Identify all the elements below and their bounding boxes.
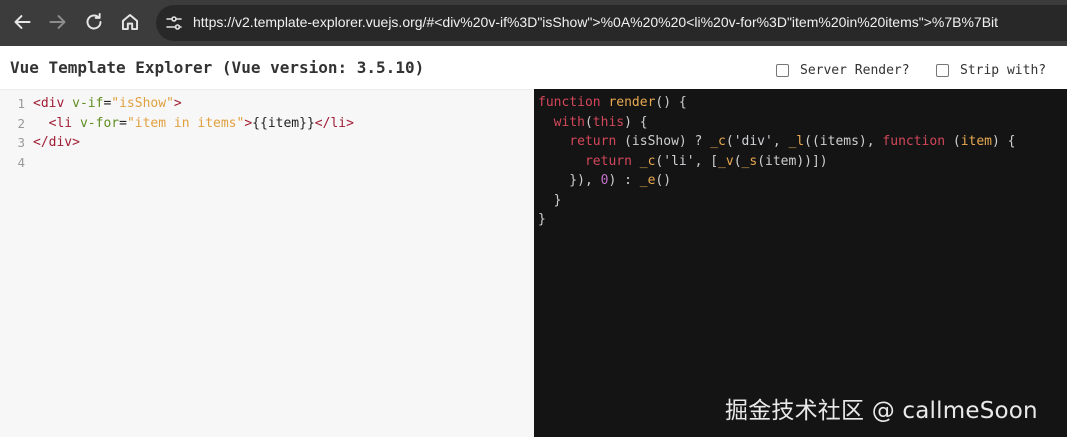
template-code-line: <div v-if="isShow">	[33, 94, 354, 114]
code-token: , [	[694, 153, 719, 169]
code-token: render	[608, 95, 656, 110]
code-token: (item))])	[757, 153, 828, 169]
code-token: function	[538, 95, 609, 110]
code-token: {{item}}	[252, 115, 315, 131]
page-title: Vue Template Explorer (Vue version: 3.5.…	[10, 58, 425, 77]
code-token: with	[553, 114, 585, 130]
address-bar[interactable]: https://v2.template-explorer.vuejs.org/#…	[156, 5, 1067, 41]
output-code-line: }), 0) : _e()	[538, 171, 1016, 191]
reload-icon	[86, 13, 102, 30]
code-token: }	[538, 212, 546, 227]
app-header: Vue Template Explorer (Vue version: 3.5.…	[0, 46, 1067, 89]
strip-with-option[interactable]: Strip with?	[936, 62, 1046, 78]
code-token: this	[592, 114, 625, 130]
site-settings-icon[interactable]	[164, 13, 184, 33]
code-token: ) {	[992, 134, 1016, 149]
code-token: ) {	[624, 114, 648, 130]
server-render-option[interactable]: Server Render?	[776, 62, 910, 78]
output-code-line: function render() {	[538, 93, 1016, 113]
code-token: return	[569, 134, 625, 149]
compiled-output: function render() { with(this) { return …	[534, 89, 1067, 437]
code-token: "item in items"	[126, 115, 245, 131]
line-number: 3	[17, 135, 25, 150]
strip-with-checkbox[interactable]	[936, 63, 949, 77]
watermark: 掘金技术社区 @ callmeSoon	[725, 398, 1038, 424]
code-token: >	[173, 96, 182, 111]
browser-toolbar: https://v2.template-explorer.vuejs.org/#…	[0, 0, 1067, 46]
template-code-line	[33, 153, 354, 173]
back-button[interactable]	[9, 9, 35, 35]
line-number: 1	[17, 96, 25, 111]
code-token: (	[733, 153, 742, 169]
code-token: _l	[788, 134, 805, 149]
template-code-line: <li v-for="item in items">{{item}}</li>	[33, 114, 354, 134]
code-token: <div	[33, 96, 73, 111]
render-function-code: function render() { with(this) { return …	[538, 93, 1016, 230]
code-token: item	[960, 134, 993, 149]
template-editor[interactable]: 1234 <div v-if="isShow"> <li v-for="item…	[0, 89, 534, 437]
line-number: 2	[17, 115, 25, 131]
code-token: }	[538, 192, 562, 208]
code-token: (isShow) ?	[624, 134, 711, 149]
arrow-right-icon	[49, 15, 66, 29]
url-text: https://v2.template-explorer.vuejs.org/#…	[193, 14, 999, 30]
code-token: </li>	[314, 115, 354, 131]
code-token: 'div'	[733, 134, 773, 149]
home-button[interactable]	[117, 9, 143, 35]
code-token: _e	[639, 173, 656, 188]
template-code[interactable]: <div v-if="isShow"> <li v-for="item in i…	[33, 94, 354, 172]
code-token: =	[119, 115, 127, 131]
output-code-line: }	[538, 210, 1016, 230]
output-code-line: }	[538, 191, 1016, 211]
code-token: >	[244, 115, 253, 131]
arrow-left-icon	[14, 15, 31, 29]
line-number-gutter: 1 2 3 4	[0, 94, 28, 172]
strip-with-label: Strip with?	[960, 62, 1047, 78]
code-token: (	[584, 114, 593, 130]
forward-button[interactable]	[45, 9, 71, 35]
code-token: () {	[655, 95, 687, 110]
code-token: _c	[639, 153, 656, 169]
output-code-line: with(this) {	[538, 113, 1016, 133]
line-number: 4	[17, 154, 25, 170]
server-render-label: Server Render?	[800, 62, 910, 78]
code-token: ()	[655, 173, 672, 188]
code-token: ,	[772, 134, 789, 149]
home-icon	[121, 13, 139, 31]
code-token: v-if	[72, 96, 104, 111]
code-token: <li	[48, 115, 80, 131]
code-token: "isShow"	[111, 96, 174, 111]
code-token: _v	[718, 153, 734, 169]
code-token: 'li'	[663, 153, 695, 169]
code-token: return	[584, 153, 640, 169]
code-token: ) :	[608, 173, 640, 188]
reload-button[interactable]	[81, 9, 107, 35]
code-token: function	[882, 134, 953, 149]
code-token: _s	[741, 153, 758, 169]
code-token: _c	[710, 134, 726, 149]
code-token: </div>	[33, 135, 80, 150]
code-token: (	[952, 134, 961, 149]
template-code-line: </div>	[33, 133, 354, 153]
code-token: (	[725, 134, 734, 149]
code-token: v-for	[79, 115, 120, 131]
code-token: ((items),	[804, 134, 883, 149]
server-render-checkbox[interactable]	[776, 63, 789, 77]
output-code-line: return _c('li', [_v(_s(item))])	[538, 152, 1016, 172]
output-code-line: return (isShow) ? _c('div', _l((items), …	[538, 132, 1016, 152]
code-token: }),	[538, 173, 601, 188]
